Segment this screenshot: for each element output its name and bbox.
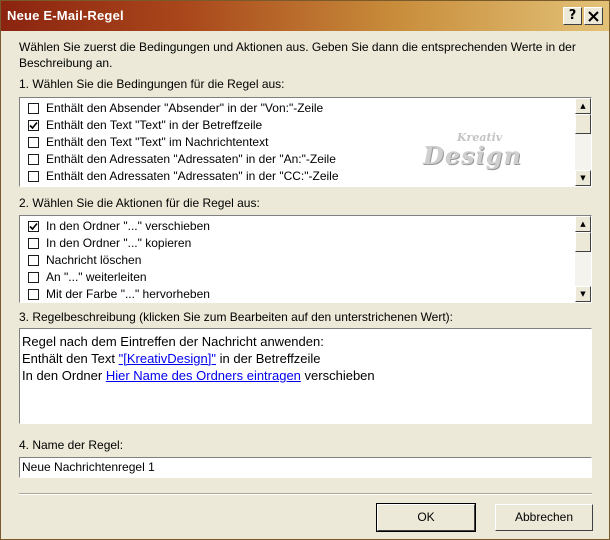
checkmark-icon	[29, 121, 38, 130]
description-text: In den Ordner	[22, 368, 106, 383]
description-text: in der Betreffzeile	[216, 351, 321, 366]
conditions-item-label: Enthält den Adressaten "Adressaten" in d…	[46, 152, 336, 166]
conditions-item-label: Enthält den Text "Text" im Nachrichtente…	[46, 135, 269, 149]
scroll-up-icon[interactable]: ▲	[575, 216, 591, 232]
window-title: Neue E-Mail-Regel	[7, 8, 124, 23]
watermark-logo: Kreativ Design	[423, 131, 533, 171]
checkbox[interactable]	[28, 103, 39, 114]
scroll-down-icon[interactable]: ▼	[575, 170, 591, 186]
checkbox[interactable]	[28, 137, 39, 148]
description-line-3: In den Ordner Hier Name des Ordners eint…	[22, 367, 589, 384]
actions-label: 2. Wählen Sie die Aktionen für die Regel…	[19, 196, 260, 210]
description-line-2: Enthält den Text "[KreativDesign]" in de…	[22, 350, 589, 367]
rule-name-label: 4. Name der Regel:	[19, 438, 124, 452]
actions-item-label: An "..." weiterleiten	[46, 270, 147, 284]
scroll-down-icon[interactable]: ▼	[575, 286, 591, 302]
actions-scrollbar[interactable]: ▲ ▼	[575, 216, 591, 302]
scroll-thumb[interactable]	[575, 114, 591, 134]
checkbox[interactable]	[28, 238, 39, 249]
actions-item[interactable]: In den Ordner "..." verschieben	[21, 218, 574, 235]
rule-name-input[interactable]: Neue Nachrichtenregel 1	[19, 457, 592, 478]
checkbox[interactable]	[28, 120, 39, 131]
scroll-up-icon[interactable]: ▲	[575, 98, 591, 114]
description-text: verschieben	[300, 368, 375, 383]
folder-name-link[interactable]: Hier Name des Ordners eintragen	[106, 368, 301, 383]
ok-button[interactable]: OK	[376, 503, 476, 532]
checkmark-icon	[29, 222, 38, 231]
conditions-item-label: Enthält den Absender "Absender" in der "…	[46, 101, 324, 115]
dialog-window: Neue E-Mail-Regel ? Wählen Sie zuerst di…	[0, 0, 610, 540]
title-bar[interactable]: Neue E-Mail-Regel ?	[1, 1, 609, 31]
close-button[interactable]	[584, 7, 603, 25]
actions-item-label: In den Ordner "..." verschieben	[46, 219, 210, 233]
intro-text: Wählen Sie zuerst die Bedingungen und Ak…	[19, 40, 576, 70]
checkbox[interactable]	[28, 272, 39, 283]
help-button[interactable]: ?	[563, 7, 582, 25]
checkbox[interactable]	[28, 289, 39, 300]
actions-item-label: Nachricht löschen	[46, 253, 142, 267]
actions-list[interactable]: In den Ordner "..." verschieben In den Or…	[19, 215, 592, 303]
conditions-item[interactable]: Enthält den Absender "Absender" in der "…	[21, 100, 574, 117]
actions-item[interactable]: An "..." weiterleiten	[21, 269, 574, 286]
actions-item[interactable]: In den Ordner "..." kopieren	[21, 235, 574, 252]
description-line-1: Regel nach dem Eintreffen der Nachricht …	[22, 334, 324, 349]
actions-item-label: Mit der Farbe "..." hervorheben	[46, 287, 210, 301]
checkbox[interactable]	[28, 255, 39, 266]
close-icon	[588, 11, 599, 22]
conditions-item-label: Enthält den Text "Text" in der Betreffze…	[46, 118, 263, 132]
actions-item[interactable]: Nachricht löschen	[21, 252, 574, 269]
checkbox[interactable]	[28, 154, 39, 165]
subject-text-link[interactable]: "[KreativDesign]"	[119, 351, 216, 366]
actions-item-label: In den Ordner "..." kopieren	[46, 236, 192, 250]
actions-item[interactable]: Mit der Farbe "..." hervorheben	[21, 286, 574, 302]
checkbox[interactable]	[28, 171, 39, 182]
watermark-main-text: Design	[423, 141, 522, 170]
cancel-button[interactable]: Abbrechen	[495, 504, 593, 531]
divider	[19, 493, 592, 495]
conditions-item-label: Enthält den Adressaten "Adressaten" in d…	[46, 169, 339, 183]
description-label: 3. Regelbeschreibung (klicken Sie zum Be…	[19, 310, 454, 324]
conditions-label: 1. Wählen Sie die Bedingungen für die Re…	[19, 77, 285, 91]
rule-description: Regel nach dem Eintreffen der Nachricht …	[19, 328, 592, 424]
checkbox[interactable]	[28, 221, 39, 232]
description-text: Enthält den Text	[22, 351, 119, 366]
conditions-scrollbar[interactable]: ▲ ▼	[575, 98, 591, 186]
scroll-thumb[interactable]	[575, 232, 591, 252]
